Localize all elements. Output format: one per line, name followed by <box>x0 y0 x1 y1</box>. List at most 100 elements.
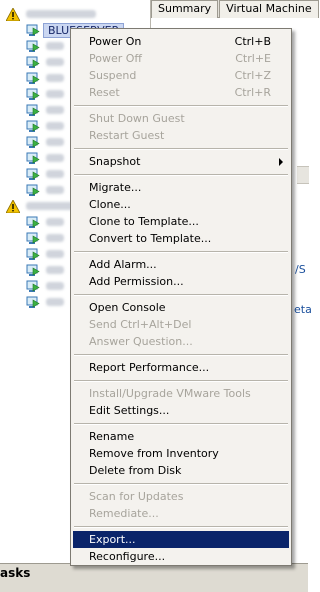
menu-item-delete-from-disk[interactable]: Delete from Disk <box>73 462 289 479</box>
menu-item-remediate[interactable]: Remediate... <box>73 505 289 522</box>
suspend-label: Suspend <box>89 69 137 82</box>
vm-running-icon <box>26 39 40 53</box>
vm-running-icon <box>26 263 40 277</box>
panel-strip <box>297 166 309 184</box>
menu-item-clone[interactable]: Clone... <box>73 196 289 213</box>
vm-running-icon <box>26 215 40 229</box>
menu-item-suspend[interactable]: Suspend Ctrl+Z <box>73 67 289 84</box>
vm-running-icon <box>26 103 40 117</box>
vm-running-icon <box>26 55 40 69</box>
vm-row[interactable] <box>26 166 64 182</box>
menu-item-remove-from-inventory[interactable]: Remove from Inventory <box>73 445 289 462</box>
vm-context-menu: Power On Ctrl+B Power Off Ctrl+E Suspend Ct… <box>70 28 292 566</box>
vm-running-icon <box>26 71 40 85</box>
vm-running-icon <box>26 295 40 309</box>
vm-name-blurred <box>46 154 64 162</box>
menu-item-convert-to-template[interactable]: Convert to Template... <box>73 230 289 247</box>
vm-running-icon <box>26 23 40 37</box>
vm-name-blurred <box>46 170 64 178</box>
menu-item-power-off[interactable]: Power Off Ctrl+E <box>73 50 289 67</box>
vm-running-icon <box>26 247 40 261</box>
tab-summary[interactable]: Summary <box>151 0 219 18</box>
menu-item-migrate[interactable]: Migrate... <box>73 179 289 196</box>
menu-item-answer-question[interactable]: Answer Question... <box>73 333 289 350</box>
vm-name-blurred <box>46 218 64 226</box>
vm-name-blurred <box>46 234 64 242</box>
right-fragment-link-2[interactable]: eta <box>294 303 312 316</box>
tab-bar: Summary Virtual Machine <box>151 0 319 18</box>
menu-item-rename[interactable]: Rename <box>73 428 289 445</box>
reset-label: Reset <box>89 86 120 99</box>
menu-item-snapshot[interactable]: Snapshot <box>73 153 289 170</box>
host-name-blurred <box>26 10 96 18</box>
menu-separator <box>74 423 288 425</box>
menu-item-export[interactable]: Export... <box>73 531 289 548</box>
menu-separator <box>74 526 288 528</box>
host-row-1[interactable] <box>6 6 96 22</box>
vm-row[interactable] <box>26 54 64 70</box>
menu-item-add-permission[interactable]: Add Permission... <box>73 273 289 290</box>
tab-virtual-machines[interactable]: Virtual Machine <box>219 0 319 18</box>
vm-row[interactable] <box>26 262 64 278</box>
vm-name-blurred <box>46 42 64 50</box>
vm-row[interactable] <box>26 246 64 262</box>
menu-item-clone-to-template[interactable]: Clone to Template... <box>73 213 289 230</box>
vm-row[interactable] <box>26 70 64 86</box>
vm-name-blurred <box>46 282 64 290</box>
menu-item-edit-settings[interactable]: Edit Settings... <box>73 402 289 419</box>
power-off-shortcut: Ctrl+E <box>235 52 271 65</box>
menu-item-scan-for-updates[interactable]: Scan for Updates <box>73 488 289 505</box>
host-warning-icon <box>6 7 20 21</box>
menu-item-send-ctrl-alt-del[interactable]: Send Ctrl+Alt+Del <box>73 316 289 333</box>
vm-row[interactable] <box>26 86 64 102</box>
vm-name-blurred <box>46 298 64 306</box>
suspend-shortcut: Ctrl+Z <box>234 69 271 82</box>
menu-item-install-vmware-tools[interactable]: Install/Upgrade VMware Tools <box>73 385 289 402</box>
submenu-arrow-icon <box>279 158 283 166</box>
vm-row[interactable] <box>26 214 64 230</box>
vm-running-icon <box>26 167 40 181</box>
menu-item-add-alarm[interactable]: Add Alarm... <box>73 256 289 273</box>
vm-name-blurred <box>46 250 64 258</box>
menu-separator <box>74 354 288 356</box>
menu-item-shut-down-guest[interactable]: Shut Down Guest <box>73 110 289 127</box>
vm-row[interactable] <box>26 294 64 310</box>
vm-running-icon <box>26 183 40 197</box>
power-on-label: Power On <box>89 35 142 48</box>
menu-separator <box>74 294 288 296</box>
menu-item-reconfigure[interactable]: Reconfigure... <box>73 548 289 565</box>
vm-name-blurred <box>46 74 64 82</box>
vm-row[interactable] <box>26 230 64 246</box>
vm-row[interactable] <box>26 38 64 54</box>
vm-row[interactable] <box>26 278 64 294</box>
vm-running-icon <box>26 119 40 133</box>
menu-separator <box>74 251 288 253</box>
menu-item-reset[interactable]: Reset Ctrl+R <box>73 84 289 101</box>
right-fragment-link-1[interactable]: /S <box>295 263 306 276</box>
vm-name-blurred <box>46 58 64 66</box>
menu-separator <box>74 380 288 382</box>
menu-item-open-console[interactable]: Open Console <box>73 299 289 316</box>
vm-name-blurred <box>46 266 64 274</box>
vm-row[interactable] <box>26 118 64 134</box>
menu-separator <box>74 483 288 485</box>
vm-row[interactable] <box>26 134 64 150</box>
vm-name-blurred <box>46 90 64 98</box>
vm-running-icon <box>26 279 40 293</box>
vm-row[interactable] <box>26 182 64 198</box>
menu-item-restart-guest[interactable]: Restart Guest <box>73 127 289 144</box>
recent-tasks-label: asks <box>0 566 31 580</box>
menu-item-power-on[interactable]: Power On Ctrl+B <box>73 33 289 50</box>
host-warning-icon <box>6 199 20 213</box>
reset-shortcut: Ctrl+R <box>234 86 271 99</box>
menu-item-report-performance[interactable]: Report Performance... <box>73 359 289 376</box>
vm-name-blurred <box>46 138 64 146</box>
menu-separator <box>74 105 288 107</box>
menu-separator <box>74 148 288 150</box>
vm-name-blurred <box>46 186 64 194</box>
vm-running-icon <box>26 87 40 101</box>
vm-running-icon <box>26 231 40 245</box>
vm-row[interactable] <box>26 102 64 118</box>
vm-row[interactable] <box>26 150 64 166</box>
power-on-shortcut: Ctrl+B <box>234 35 271 48</box>
